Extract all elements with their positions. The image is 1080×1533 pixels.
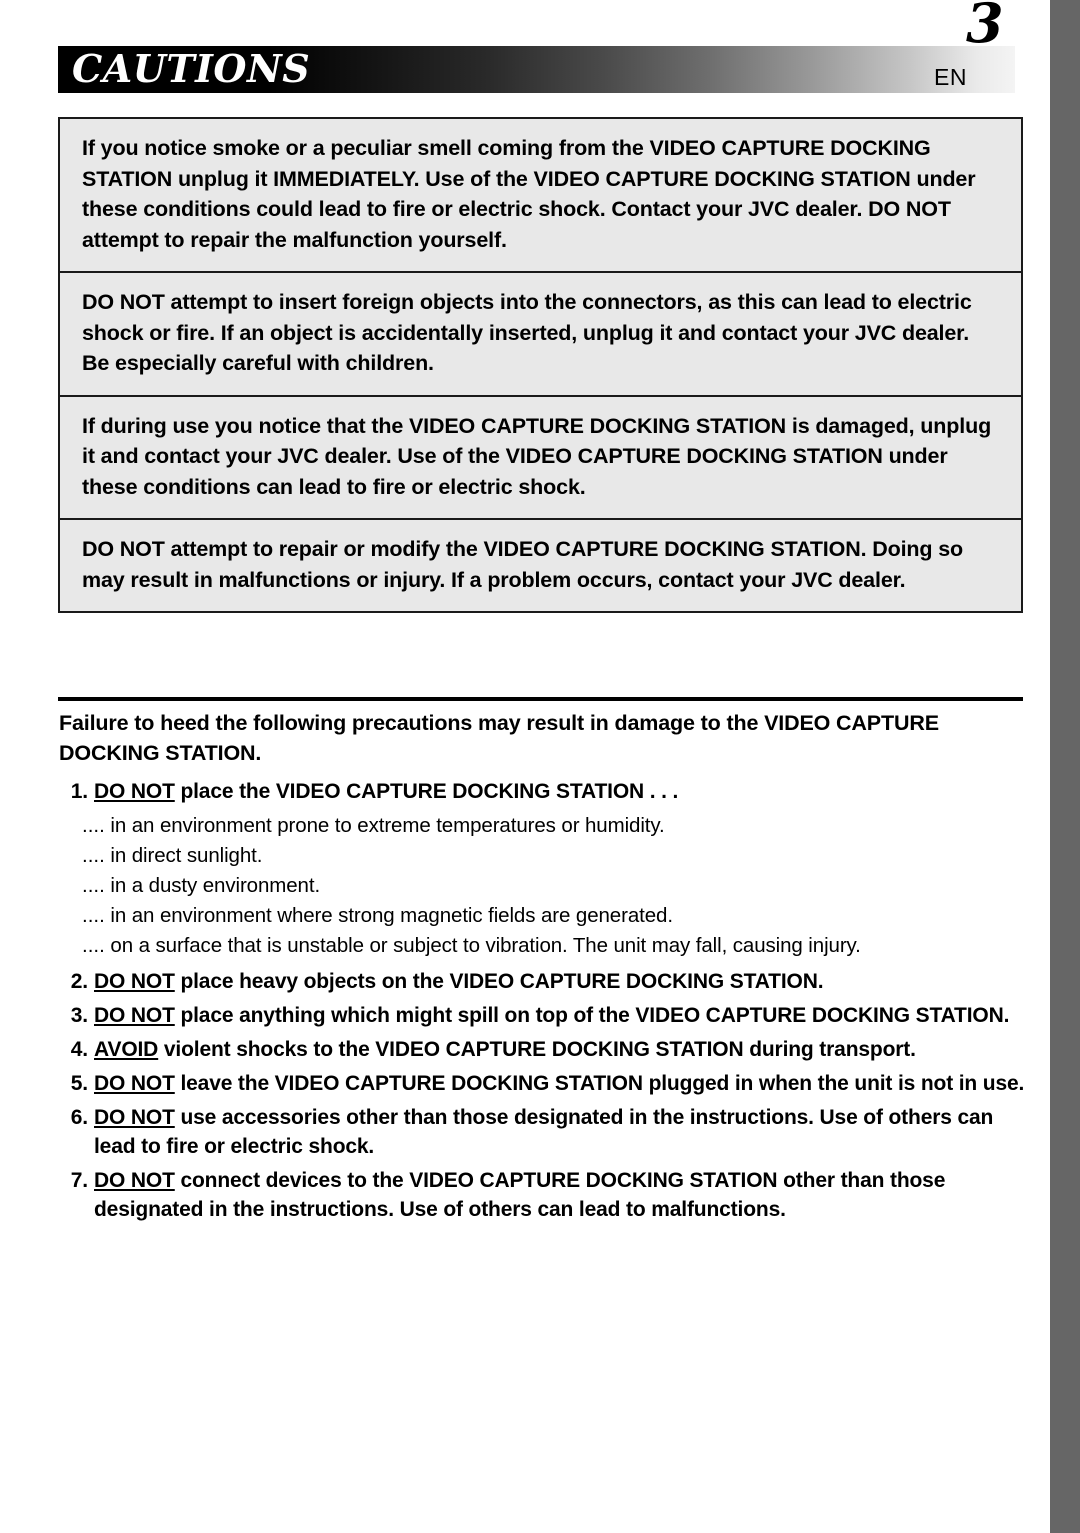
- caution-box: DO NOT attempt to repair or modify the V…: [82, 537, 963, 592]
- sub-item-dots: ....: [82, 874, 105, 897]
- precaution-item: 7. DO NOT connect devices to the VIDEO CA…: [58, 1166, 1028, 1224]
- precaution-emphasis: DO NOT: [94, 1072, 175, 1095]
- sub-item-text: on a surface that is unstable or subject…: [104, 934, 861, 957]
- precaution-number: 3.: [70, 1004, 88, 1027]
- caution-box: If you notice smoke or a peculiar smell …: [60, 119, 1021, 273]
- precaution-sub-item: .... in a dusty environment.: [58, 871, 1028, 901]
- sub-item-text: in a dusty environment.: [104, 874, 321, 897]
- precaution-emphasis: DO NOT: [94, 1169, 175, 1192]
- precautions-heading: Failure to heed the following precaution…: [59, 711, 939, 765]
- sub-item-text: in direct sunlight.: [104, 844, 263, 867]
- sub-item-text: in an environment where strong magnetic …: [104, 904, 673, 927]
- precaution-item: 4. AVOID violent shocks to the VIDEO CAPT…: [58, 1035, 1028, 1064]
- precaution-emphasis: DO NOT: [94, 1004, 175, 1027]
- language-code-label: EN: [934, 64, 967, 90]
- precaution-item: 3. DO NOT place anything which might spil…: [58, 1001, 1028, 1030]
- caution-box: If during use you notice that the VIDEO …: [60, 397, 1021, 520]
- precaution-number: 5.: [70, 1072, 88, 1095]
- precaution-emphasis: DO NOT: [94, 780, 175, 803]
- section-divider-rule: [58, 697, 1023, 701]
- precaution-item: 6. DO NOT use accessories other than thos…: [58, 1103, 1028, 1161]
- precaution-emphasis: DO NOT: [94, 1106, 175, 1129]
- precaution-text: place the VIDEO CAPTURE DOCKING STATION …: [174, 780, 679, 803]
- precaution-sub-item: .... in an environment prone to extreme …: [58, 811, 1028, 841]
- sub-item-dots: ....: [82, 814, 105, 837]
- precautions-section: Failure to heed the following precaution…: [58, 708, 1028, 1229]
- precaution-text: place anything which might spill on top …: [174, 1004, 1010, 1027]
- precaution-text: use accessories other than those designa…: [94, 1106, 994, 1158]
- precaution-emphasis: DO NOT: [94, 970, 175, 993]
- sub-item-dots: ....: [82, 844, 105, 867]
- precaution-sub-item: .... in direct sunlight.: [58, 841, 1028, 871]
- precaution-number: 4.: [70, 1038, 88, 1061]
- precaution-text: connect devices to the VIDEO CAPTURE DOC…: [94, 1169, 946, 1221]
- sub-item-dots: ....: [82, 904, 105, 927]
- precaution-text: leave the VIDEO CAPTURE DOCKING STATION …: [174, 1072, 1025, 1095]
- precaution-item: 5. DO NOT leave the VIDEO CAPTURE DOCKING…: [58, 1069, 1028, 1098]
- page-number: 3: [966, 0, 1004, 55]
- caution-box: DO NOT attempt to insert foreign objects…: [60, 273, 1021, 397]
- caution-box-group: If you notice smoke or a peculiar smell …: [58, 117, 1023, 613]
- precaution-item: 2. DO NOT place heavy objects on the VIDE…: [58, 967, 1028, 996]
- precaution-sub-list: .... in an environment prone to extreme …: [58, 811, 1028, 961]
- sub-item-text: in an environment prone to extreme tempe…: [104, 814, 665, 837]
- page-title: CAUTIONS: [72, 46, 311, 91]
- precaution-item: 1. DO NOT place the VIDEO CAPTURE DOCKING…: [58, 777, 1028, 806]
- precaution-sub-item: .... on a surface that is unstable or su…: [58, 931, 1028, 961]
- precaution-number: 1.: [70, 780, 88, 803]
- page-header: CAUTIONS EN: [58, 46, 1015, 93]
- precaution-emphasis: AVOID: [94, 1038, 159, 1061]
- right-edge-strip: [1050, 0, 1080, 1533]
- sub-item-dots: ....: [82, 934, 105, 957]
- precaution-text: violent shocks to the VIDEO CAPTURE DOCK…: [158, 1038, 916, 1061]
- precaution-number: 6.: [70, 1106, 88, 1129]
- document-page: CAUTIONS EN 3 If you notice smoke or a p…: [0, 0, 1050, 1533]
- precaution-sub-item: .... in an environment where strong magn…: [58, 901, 1028, 931]
- precaution-text: place heavy objects on the VIDEO CAPTURE…: [174, 970, 824, 993]
- precaution-number: 2.: [70, 970, 88, 993]
- precaution-number: 7.: [70, 1169, 88, 1192]
